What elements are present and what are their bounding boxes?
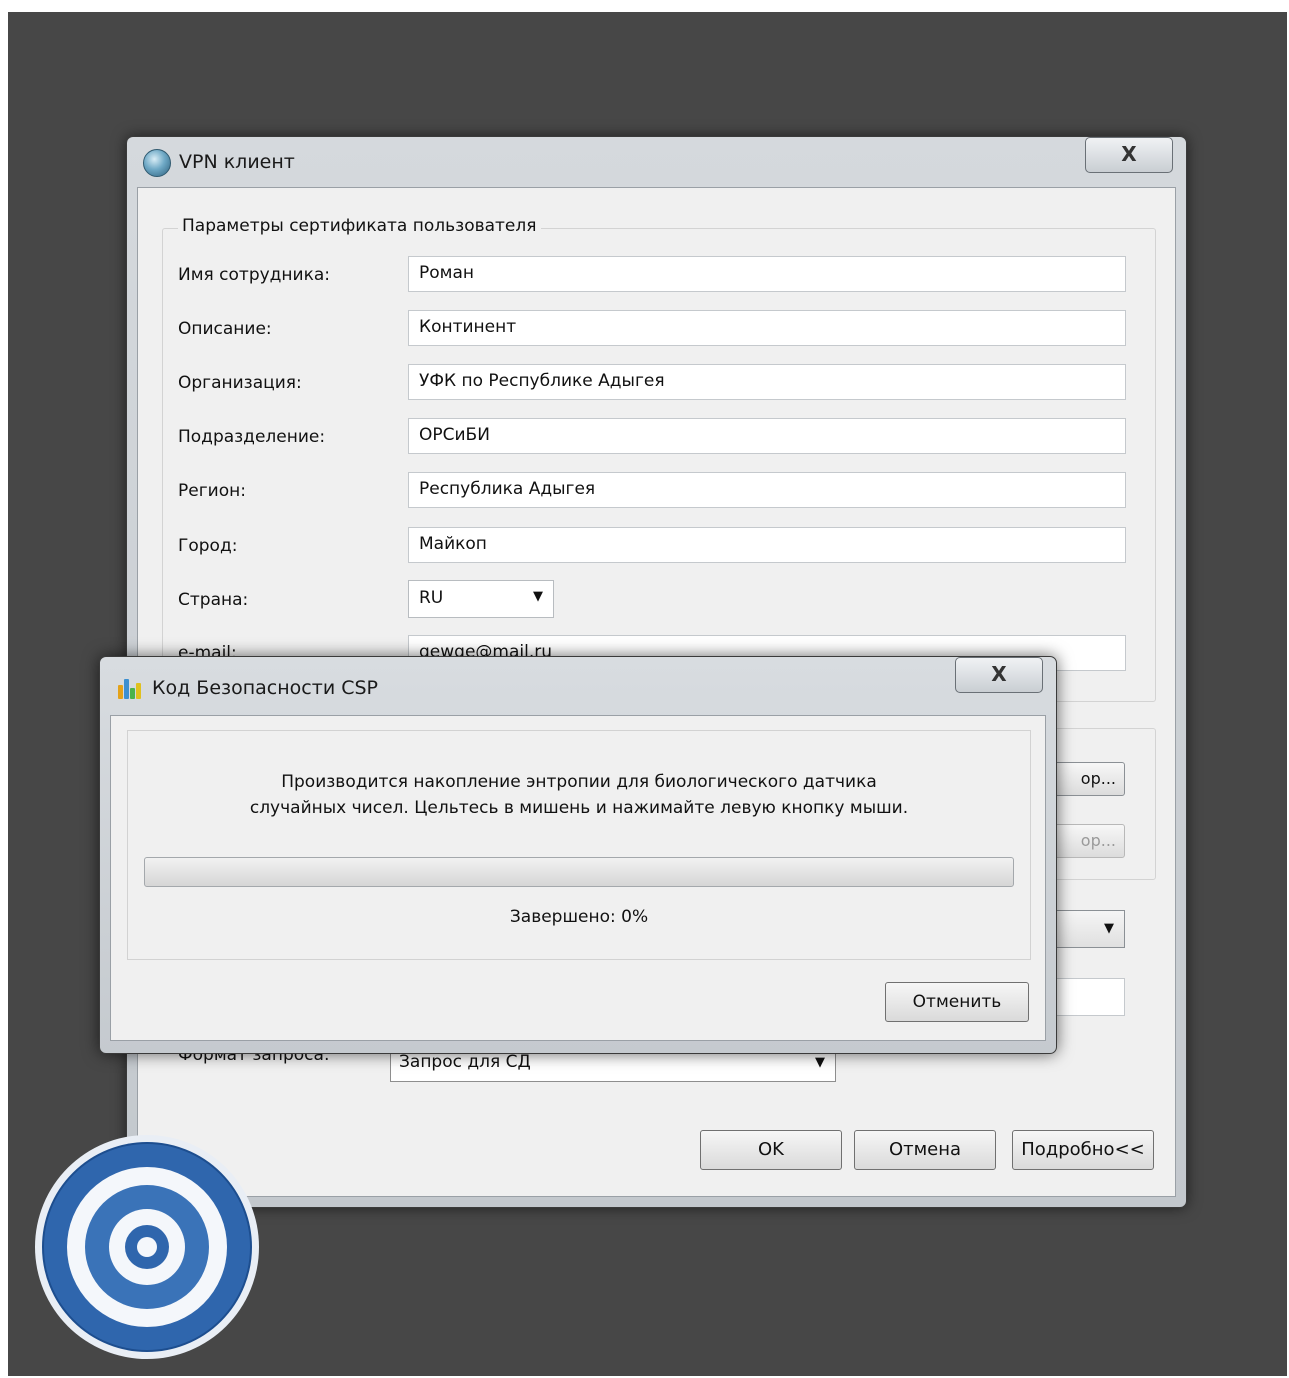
- description-label: Описание:: [178, 319, 272, 339]
- window-title: VPN клиент: [179, 151, 295, 173]
- details-button[interactable]: Подробно<<: [1012, 1130, 1154, 1170]
- country-label: Страна:: [178, 590, 249, 610]
- group-title: Параметры сертификата пользователя: [178, 216, 541, 236]
- progress-bar: [144, 857, 1014, 887]
- country-select[interactable]: RU ▼: [408, 580, 554, 618]
- description-field[interactable]: Континент: [408, 310, 1126, 346]
- request-format-value: Запрос для СД: [399, 1052, 531, 1072]
- progress-status: Завершено: 0%: [509, 907, 649, 927]
- entropy-message-line2: случайных чисел. Цельтесь в мишень и наж…: [249, 798, 909, 818]
- city-label: Город:: [178, 536, 238, 556]
- target-icon[interactable]: [32, 1132, 262, 1362]
- organization-field[interactable]: УФК по Республике Адыгея: [408, 364, 1126, 400]
- close-button[interactable]: X: [955, 657, 1043, 693]
- cancel-button[interactable]: Отмена: [854, 1130, 996, 1170]
- entropy-message: Производится накопление энтропии для био…: [128, 769, 1030, 821]
- region-label: Регион:: [178, 481, 246, 501]
- country-value: RU: [419, 588, 444, 608]
- employee-name-label: Имя сотрудника:: [178, 265, 331, 285]
- organization-label: Организация:: [178, 373, 302, 393]
- chevron-down-icon: ▼: [815, 1055, 825, 1070]
- entropy-message-line1: Производится накопление энтропии для био…: [281, 772, 877, 792]
- cancel-button[interactable]: Отменить: [885, 982, 1029, 1022]
- csp-logo-icon: [118, 677, 141, 699]
- entropy-panel: Производится накопление энтропии для био…: [127, 730, 1031, 960]
- region-field[interactable]: Республика Адыгея: [408, 472, 1126, 508]
- department-label: Подразделение:: [178, 427, 326, 447]
- city-field[interactable]: Майкоп: [408, 527, 1126, 563]
- chevron-down-icon: ▼: [1104, 921, 1114, 936]
- department-field[interactable]: ОРСиБИ: [408, 418, 1126, 454]
- globe-icon: [143, 149, 171, 177]
- dialog-content: Производится накопление энтропии для био…: [110, 715, 1046, 1041]
- dialog-title: Код Безопасности CSP: [152, 677, 378, 699]
- certificate-params-group: [162, 228, 1156, 702]
- csp-dialog: Код Безопасности CSP X Производится нако…: [99, 656, 1057, 1054]
- ok-button[interactable]: OK: [700, 1130, 842, 1170]
- employee-name-field[interactable]: Роман: [408, 256, 1126, 292]
- close-button[interactable]: X: [1085, 137, 1173, 173]
- chevron-down-icon: ▼: [533, 589, 543, 604]
